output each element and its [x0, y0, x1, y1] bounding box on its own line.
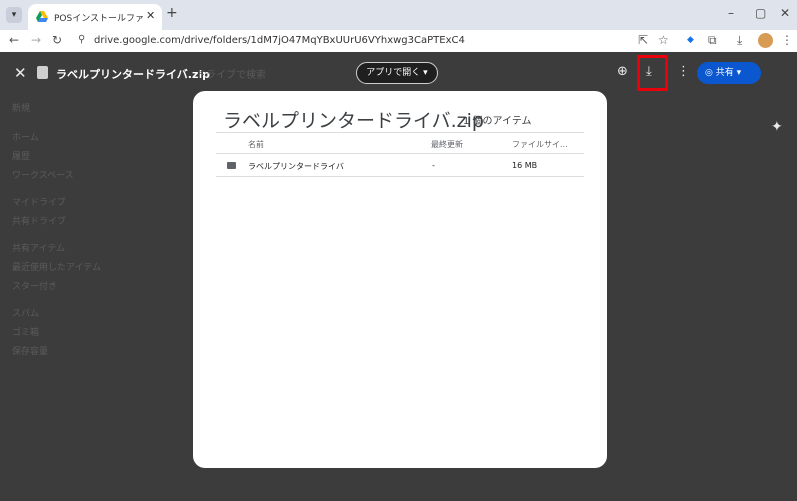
- zip-file-name: ラベルプリンタードライバ.zip: [223, 110, 484, 132]
- sidebar-ghost-item: スター付き: [12, 282, 58, 292]
- open-with-button[interactable]: アプリで開く ▾: [356, 62, 438, 84]
- column-name-header: 名前: [248, 140, 264, 149]
- bookmark-star-icon[interactable]: ☆: [658, 33, 669, 47]
- sidebar-ghost-item: ゴミ箱: [12, 328, 40, 338]
- sidebar-ghost-item: ワークスペース: [12, 171, 74, 181]
- extension-icon[interactable]: ◆: [687, 35, 694, 45]
- tab-close-icon[interactable]: ✕: [146, 9, 155, 22]
- table-header: 名前 最終更新 ファイルサイ...: [216, 132, 584, 154]
- install-app-icon[interactable]: ⇱: [638, 33, 648, 47]
- url-text[interactable]: drive.google.com/drive/folders/1dM7jO47M…: [94, 35, 465, 46]
- downloads-icon[interactable]: ⤓: [737, 33, 742, 48]
- zip-file-icon: [37, 66, 48, 79]
- preview-file-title: ラベルプリンタードライバ.zip: [56, 68, 211, 81]
- browser-menu-icon[interactable]: ⋮: [781, 33, 793, 47]
- folder-icon: [227, 162, 236, 169]
- browser-tab[interactable]: POSインストールファイル - Google ✕: [28, 4, 162, 30]
- back-icon[interactable]: ←: [9, 33, 19, 47]
- sidebar-ghost-item: 最近使用したアイテム: [12, 263, 102, 273]
- google-drive-icon: [36, 11, 48, 22]
- zip-contents-dialog: ラベルプリンタードライバ.zip 1 個のアイテム 名前 最終更新 ファイルサイ…: [193, 91, 607, 468]
- extensions-puzzle-icon[interactable]: ⧉: [708, 33, 717, 48]
- sidebar-ghost-item: 共有ドライブ: [12, 217, 67, 227]
- gemini-icon[interactable]: ✦: [771, 119, 783, 135]
- browser-toolbar: ← → ↻ ⚲ drive.google.com/drive/folders/1…: [0, 30, 797, 52]
- minimize-icon[interactable]: –: [728, 6, 734, 20]
- address-bar[interactable]: ⚲ drive.google.com/drive/folders/1dM7jO4…: [72, 32, 672, 50]
- reload-icon[interactable]: ↻: [52, 33, 62, 47]
- drive-sidebar-ghost: 新規 ホーム 履歴 ワークスペース マイドライブ 共有ドライブ 共有アイテム 最…: [12, 100, 152, 362]
- row-name: ラベルプリンタードライバ: [248, 162, 344, 171]
- table-row[interactable]: ラベルプリンタードライバ - 16 MB: [216, 154, 584, 177]
- row-modified: -: [432, 161, 435, 170]
- forward-icon[interactable]: →: [31, 33, 41, 47]
- tab-title: POSインストールファイル - Google: [54, 14, 144, 24]
- sidebar-ghost-item: 履歴: [12, 152, 31, 162]
- window-close-icon[interactable]: ✕: [780, 6, 790, 20]
- sidebar-ghost-item: スパム: [12, 309, 40, 319]
- preview-header: ✕ ラベルプリンタードライバ.zip ドライブで検索 アプリで開く ▾ ⊕ ⤓ …: [0, 55, 797, 135]
- browser-tabstrip: ▾ POSインストールファイル - Google ✕ + – ▢ ✕: [0, 0, 797, 30]
- restore-icon[interactable]: ▢: [755, 6, 766, 20]
- sidebar-ghost-item: 保存容量: [12, 347, 49, 357]
- column-modified-header: 最終更新: [431, 140, 463, 149]
- add-shortcut-to-drive-icon[interactable]: ⊕: [617, 64, 628, 79]
- zip-contents-table: 名前 最終更新 ファイルサイ... ラベルプリンタードライバ - 16 MB: [216, 132, 584, 177]
- item-count: 1 個のアイテム: [463, 116, 532, 127]
- profile-avatar[interactable]: [758, 33, 773, 48]
- close-preview-icon[interactable]: ✕: [14, 64, 27, 82]
- tab-search-chevron-icon[interactable]: ▾: [6, 7, 22, 23]
- sidebar-ghost-item: 共有アイテム: [12, 244, 66, 254]
- new-tab-icon[interactable]: +: [166, 5, 178, 21]
- row-size: 16 MB: [512, 161, 538, 170]
- more-actions-icon[interactable]: ⋮: [677, 64, 690, 79]
- sidebar-ghost-item: マイドライブ: [12, 198, 67, 208]
- sidebar-ghost-item: 新規: [12, 104, 31, 114]
- download-highlight-box: [637, 55, 668, 91]
- search-placeholder-ghost: ドライブで検索: [196, 70, 266, 81]
- column-size-header: ファイルサイ...: [512, 140, 568, 149]
- sidebar-ghost-item: ホーム: [12, 133, 39, 143]
- share-button[interactable]: ◎ 共有 ▾: [697, 62, 761, 84]
- site-info-icon[interactable]: ⚲: [78, 34, 85, 45]
